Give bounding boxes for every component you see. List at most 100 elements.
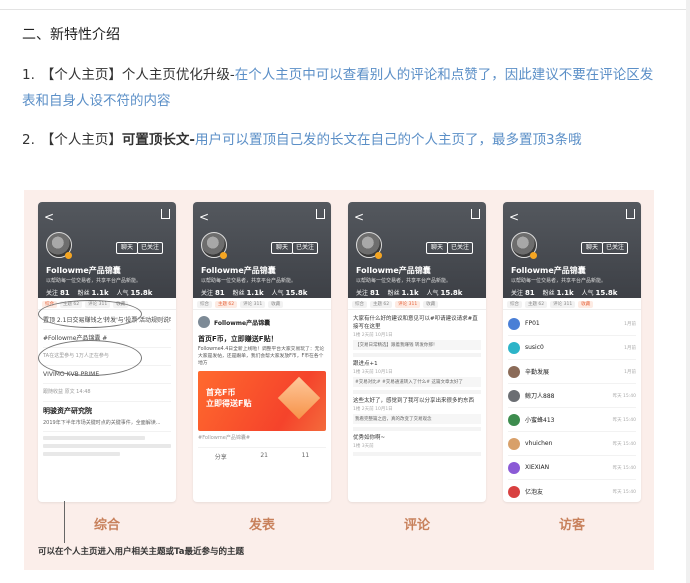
phone-visitors: < 聊天 已关注 Followme产品锦囊 以帮助每一位交易者，共享平台产品新能… — [503, 202, 641, 502]
profile-name: Followme产品锦囊 — [356, 266, 431, 275]
verified-badge-icon — [65, 252, 72, 259]
visitor-row: vhuichen 昨天 15:40 — [508, 432, 636, 456]
profile-name: Followme产品锦囊 — [511, 266, 586, 275]
post-author: Followme产品锦囊 — [198, 312, 326, 332]
tab-topics: 主题 62 — [215, 301, 238, 308]
profile-stats: 关注 81 粉丝 1.1k 人气 15.8k — [46, 289, 153, 297]
visitor-row: 亿泡友 昨天 15:40 — [508, 480, 636, 502]
avatar — [508, 437, 520, 450]
profile-tabs: 综合 主题 62 评论 311 收藏 — [348, 298, 486, 310]
avatar — [508, 413, 520, 426]
post-text: Followme4.4日全新上线啦！调整平台大家交易玩了：无论大家是发帖，还是跟… — [198, 347, 325, 366]
item-number: 1. — [22, 67, 35, 83]
feature-item-2: 2. 【个人主页】可置顶长文-用户可以置顶自己发的长文在自己的个人主页了，最多置顶… — [22, 127, 662, 153]
avatar — [508, 341, 520, 354]
caption-posts: 发表 — [248, 518, 275, 533]
feature-screenshot-figure: < 聊天 已关注 Followme产品锦囊 以帮助每一位交易者，共享平台产品新能… — [24, 190, 654, 570]
avatar — [508, 389, 520, 402]
visitor-row: 辛勤发展 1月前 — [508, 360, 636, 384]
promo-banner: 首充F币 立即得送F贴 — [198, 371, 326, 431]
back-icon: < — [509, 210, 520, 224]
like-count: 11 — [301, 452, 310, 459]
profile-stats: 关注 81 粉丝 1.1k 人气 15.8k — [356, 289, 463, 297]
profile-desc: 以帮助每一位交易者，共享平台产品新能。 — [511, 278, 607, 284]
tab-composite: 综合 — [352, 301, 367, 308]
tab-composite: 综合 — [197, 301, 212, 308]
profile-desc: 以帮助每一位交易者，共享平台产品新能。 — [201, 278, 297, 284]
follow-button: 已关注 — [137, 242, 164, 254]
comments-list: 大家有什么好的建议和意见可以#叩请建议请求#直接写在这里 1楼 2天前 10月1… — [348, 310, 486, 458]
profile-desc: 以帮助每一位交易者，共享平台产品新能。 — [46, 278, 142, 284]
verified-badge-icon — [530, 252, 537, 259]
visitor-row: 小蜜蜂413 昨天 15:40 — [508, 408, 636, 432]
share-icon: 分享 — [214, 454, 227, 461]
profile-tabs: 综合 主题 62 评论 311 收藏 — [503, 298, 641, 310]
profile-header: < 聊天 已关注 Followme产品锦囊 以帮助每一位交易者，共享平台产品新能… — [38, 202, 176, 298]
caption-comments: 评论 — [403, 518, 430, 533]
back-icon: < — [354, 210, 365, 224]
visitor-row: 鲸刀人888 昨天 15:40 — [508, 384, 636, 408]
profile-stats: 关注 81 粉丝 1.1k 人气 15.8k — [201, 289, 308, 297]
profile-header: < 聊天 已关注 Followme产品锦囊 以帮助每一位交易者，共享平台产品新能… — [348, 202, 486, 298]
profile-header: < 聊天 已关注 Followme产品锦囊 以帮助每一位交易者，共享平台产品新能… — [193, 202, 331, 298]
section-title: 二、新特性介绍 — [22, 27, 120, 43]
follow-button: 已关注 — [292, 242, 319, 254]
back-icon: < — [199, 210, 210, 224]
tab-comments: 评论 311 — [550, 301, 576, 308]
diamond-icon — [277, 376, 321, 420]
chat-button: 聊天 — [581, 242, 604, 254]
profile-tabs: 综合 主题 62 评论 311 收藏 — [193, 298, 331, 310]
tab-comments: 评论 311 — [395, 301, 421, 308]
verified-badge-icon — [375, 252, 382, 259]
phone-posts: < 聊天 已关注 Followme产品锦囊 以帮助每一位交易者，共享平台产品新能… — [193, 202, 331, 502]
verified-badge-icon — [220, 252, 227, 259]
tab-favorites: 收藏 — [423, 301, 439, 308]
profile-stats: 关注 81 粉丝 1.1k 人气 15.8k — [511, 289, 618, 297]
item-description: 用户可以置顶自己发的长文在自己的个人主页了，最多置顶3条哦 — [195, 132, 582, 148]
avatar — [508, 485, 520, 498]
highlight-ring — [38, 340, 142, 376]
comment-count: 21 — [260, 452, 268, 459]
tab-topics: 主题 62 — [525, 301, 548, 308]
posts-list: Followme产品锦囊 首页F币，立即赚送F贴！ Followme4.4日全新… — [193, 310, 331, 463]
highlight-ring — [38, 300, 142, 328]
chat-button: 聊天 — [116, 242, 139, 254]
comment-item: 优秀如你啊~ 1楼 3天前 — [353, 431, 481, 456]
share-icon — [316, 209, 325, 219]
visitor-row: XIEXIAN 昨天 15:40 — [508, 456, 636, 480]
chat-button: 聊天 — [271, 242, 294, 254]
vertical-scrollbar[interactable] — [686, 0, 690, 583]
post-actions: 分享 21 11 — [198, 447, 326, 461]
item-tag: 【个人主页】 — [40, 132, 122, 148]
profile-name: Followme产品锦囊 — [201, 266, 276, 275]
avatar — [508, 365, 520, 378]
item-number: 2. — [22, 132, 35, 148]
avatar — [198, 316, 210, 328]
post-title: 首页F币，立即赚送F贴！ — [198, 335, 278, 343]
list-item: 跟随收益 原文 14:48 — [43, 384, 171, 402]
item-tag: 【个人主页】 — [40, 67, 122, 83]
share-icon — [161, 209, 170, 219]
profile-header: < 聊天 已关注 Followme产品锦囊 以帮助每一位交易者，共享平台产品新能… — [503, 202, 641, 298]
back-icon: < — [44, 210, 55, 224]
visitors-list: FP01 1月前 susic0 1月前 辛勤发展 1月前 鲸刀人888 昨天 1… — [503, 310, 641, 502]
figure-note: 可以在个人主页进入用户相关主题或Ta最近参与的主题 — [38, 547, 244, 557]
composite-list: 置顶 2.1日交易赚钱之'转发'与'投票'活动规则说明 #Followme产品锦… — [38, 310, 176, 462]
caption-visitors: 访客 — [558, 518, 585, 533]
tab-favorites: 收藏 — [578, 301, 594, 308]
avatar — [508, 461, 520, 474]
follow-button: 已关注 — [602, 242, 629, 254]
comment-item: 大家有什么好的建议和意见可以#叩请建议请求#直接写在这里 1楼 2天前 10月1… — [353, 312, 481, 357]
chat-button: 聊天 — [426, 242, 449, 254]
share-icon — [471, 209, 480, 219]
avatar — [508, 317, 520, 330]
tab-topics: 主题 62 — [370, 301, 393, 308]
caption-composite: 综合 — [93, 518, 120, 533]
follow-button: 已关注 — [447, 242, 474, 254]
post-topic: #Followme产品锦囊# — [198, 435, 251, 441]
top-divider — [0, 9, 690, 10]
tab-composite: 综合 — [507, 301, 522, 308]
list-item: 明骏资产研究院 2019年下半年市场关键时点的关键事件，全面解读... — [43, 402, 171, 432]
visitor-row: FP01 1月前 — [508, 312, 636, 336]
visitor-row: susic0 1月前 — [508, 336, 636, 360]
